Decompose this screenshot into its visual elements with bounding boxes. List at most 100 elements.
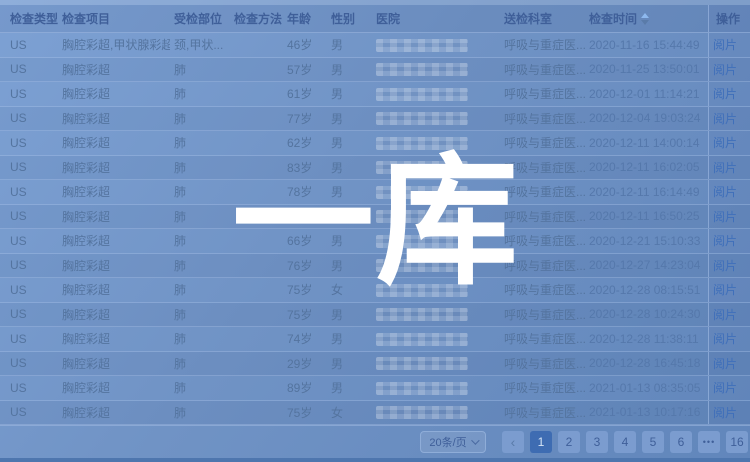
view-images-link[interactable]: 阅片	[713, 404, 737, 421]
cell-action: 阅片	[708, 401, 750, 425]
table-row[interactable]: US 胸腔彩超 肺 61岁 男 呼吸与重症医... 2020-12-01 11:…	[0, 82, 750, 107]
cell-body-part: 肺	[170, 183, 230, 200]
table-row[interactable]: US 胸腔彩超 肺 77岁 男 呼吸与重症医... 2020-12-04 19:…	[0, 107, 750, 132]
page-button-5[interactable]: 5	[642, 431, 664, 453]
cell-exam-type: US	[0, 234, 58, 248]
cell-hospital	[372, 136, 500, 150]
col-age[interactable]: 年龄	[283, 10, 327, 27]
view-images-link[interactable]: 阅片	[713, 159, 737, 176]
cell-action: 阅片	[708, 58, 750, 82]
cell-gender: 男	[327, 379, 372, 396]
view-images-link[interactable]: 阅片	[713, 85, 737, 102]
cell-gender: 男	[327, 232, 372, 249]
col-department[interactable]: 送检科室	[500, 10, 585, 27]
cell-exam-type: US	[0, 381, 58, 395]
cell-age: 75岁	[283, 281, 327, 298]
censored-hospital-name	[376, 406, 468, 419]
view-images-link[interactable]: 阅片	[713, 355, 737, 372]
page-ellipsis[interactable]: •••	[698, 431, 720, 453]
cell-exam-time: 2020-12-01 11:14:21	[585, 87, 708, 101]
cell-exam-item: 胸腔彩超	[58, 306, 170, 323]
view-images-link[interactable]: 阅片	[713, 208, 737, 225]
table-row[interactable]: US 胸腔彩超 肺 83岁 男 呼吸与重症医... 2020-12-11 16:…	[0, 156, 750, 181]
page-size-select[interactable]: 20条/页	[420, 431, 486, 453]
cell-action: 阅片	[708, 229, 750, 253]
cell-gender: 男	[327, 330, 372, 347]
table-row[interactable]: US 胸腔彩超 肺 89岁 男 呼吸与重症医... 2021-01-13 08:…	[0, 376, 750, 401]
page-button-3[interactable]: 3	[586, 431, 608, 453]
cell-department: 呼吸与重症医...	[500, 281, 585, 298]
cell-exam-item: 胸腔彩超	[58, 281, 170, 298]
table-row[interactable]: US 胸腔彩超 肺 75岁 女 呼吸与重症医... 2020-12-28 08:…	[0, 278, 750, 303]
cell-action: 阅片	[708, 156, 750, 180]
exam-time-label: 检查时间	[589, 10, 637, 27]
view-images-link[interactable]: 阅片	[713, 281, 737, 298]
table-row[interactable]: US 胸腔彩超 肺 57岁 男 呼吸与重症医... 2020-11-25 13:…	[0, 58, 750, 83]
table-row[interactable]: US 胸腔彩超,甲状腺彩超 颈,甲状... 46岁 男 呼吸与重症医... 20…	[0, 33, 750, 58]
cell-hospital	[372, 209, 500, 223]
sort-ascending-icon[interactable]	[641, 13, 649, 25]
censored-hospital-name	[376, 259, 468, 272]
cell-exam-type: US	[0, 111, 58, 125]
censored-hospital-name	[376, 333, 468, 346]
cell-hospital	[372, 111, 500, 125]
cell-age: 46岁	[283, 36, 327, 53]
view-images-link[interactable]: 阅片	[713, 232, 737, 249]
table-row[interactable]: US 胸腔彩超 肺 76岁 女 呼吸与重症医... 2020-12-11 16:…	[0, 205, 750, 230]
censored-hospital-name	[376, 210, 468, 223]
view-images-link[interactable]: 阅片	[713, 306, 737, 323]
cell-gender: 男	[327, 159, 372, 176]
col-exam-time[interactable]: 检查时间	[585, 10, 708, 27]
cell-department: 呼吸与重症医...	[500, 61, 585, 78]
view-images-link[interactable]: 阅片	[713, 134, 737, 151]
table-row[interactable]: US 胸腔彩超 肺 62岁 男 呼吸与重症医... 2020-12-11 14:…	[0, 131, 750, 156]
view-images-link[interactable]: 阅片	[713, 379, 737, 396]
view-images-link[interactable]: 阅片	[713, 61, 737, 78]
cell-exam-time: 2020-11-16 15:44:49	[585, 38, 708, 52]
cell-age: 76岁	[283, 208, 327, 225]
cell-department: 呼吸与重症医...	[500, 379, 585, 396]
col-exam-method[interactable]: 检查方法	[230, 10, 283, 27]
cell-body-part: 肺	[170, 208, 230, 225]
page-button-16[interactable]: 16	[726, 431, 748, 453]
cell-hospital	[372, 38, 500, 52]
table-row[interactable]: US 胸腔彩超 肺 75岁 女 呼吸与重症医... 2021-01-13 10:…	[0, 401, 750, 426]
table-row[interactable]: US 胸腔彩超 肺 74岁 男 呼吸与重症医... 2020-12-28 11:…	[0, 327, 750, 352]
cell-exam-time: 2020-11-25 13:50:01	[585, 62, 708, 76]
table-row[interactable]: US 胸腔彩超 肺 78岁 男 呼吸与重症医... 2020-12-11 16:…	[0, 180, 750, 205]
cell-gender: 男	[327, 110, 372, 127]
cell-age: 75岁	[283, 306, 327, 323]
page-button-6[interactable]: 6	[670, 431, 692, 453]
cell-body-part: 肺	[170, 257, 230, 274]
cell-gender: 男	[327, 134, 372, 151]
view-images-link[interactable]: 阅片	[713, 110, 737, 127]
censored-hospital-name	[376, 88, 468, 101]
view-images-link[interactable]: 阅片	[713, 257, 737, 274]
col-gender[interactable]: 性别	[327, 10, 372, 27]
cell-exam-time: 2020-12-28 16:45:18	[585, 356, 708, 370]
cell-action: 阅片	[708, 180, 750, 204]
page-button-1[interactable]: 1	[530, 431, 552, 453]
prev-page-button[interactable]: ‹	[502, 431, 524, 453]
page-number-list: 123456 ••• 16	[530, 431, 748, 453]
table-row[interactable]: US 胸腔彩超 肺 66岁 男 呼吸与重症医... 2020-12-21 15:…	[0, 229, 750, 254]
pagination-bar: 20条/页 ‹ 123456 ••• 16	[0, 425, 750, 458]
col-exam-type[interactable]: 检查类型	[0, 10, 58, 27]
view-images-link[interactable]: 阅片	[713, 330, 737, 347]
page-button-4[interactable]: 4	[614, 431, 636, 453]
table-row[interactable]: US 胸腔彩超 肺 76岁 男 呼吸与重症医... 2020-12-27 14:…	[0, 254, 750, 279]
cell-action: 阅片	[708, 327, 750, 351]
page-button-2[interactable]: 2	[558, 431, 580, 453]
cell-exam-item: 胸腔彩超	[58, 355, 170, 372]
col-exam-item[interactable]: 检查项目	[58, 10, 170, 27]
col-body-part[interactable]: 受检部位	[170, 10, 230, 27]
cell-exam-time: 2020-12-11 16:02:05	[585, 160, 708, 174]
view-images-link[interactable]: 阅片	[713, 36, 737, 53]
table-row[interactable]: US 胸腔彩超 肺 75岁 男 呼吸与重症医... 2020-12-28 10:…	[0, 303, 750, 328]
col-hospital[interactable]: 医院	[372, 10, 500, 27]
view-images-link[interactable]: 阅片	[713, 183, 737, 200]
cell-exam-item: 胸腔彩超	[58, 404, 170, 421]
cell-exam-type: US	[0, 160, 58, 174]
table-row[interactable]: US 胸腔彩超 肺 29岁 男 呼吸与重症医... 2020-12-28 16:…	[0, 352, 750, 377]
cell-body-part: 肺	[170, 134, 230, 151]
